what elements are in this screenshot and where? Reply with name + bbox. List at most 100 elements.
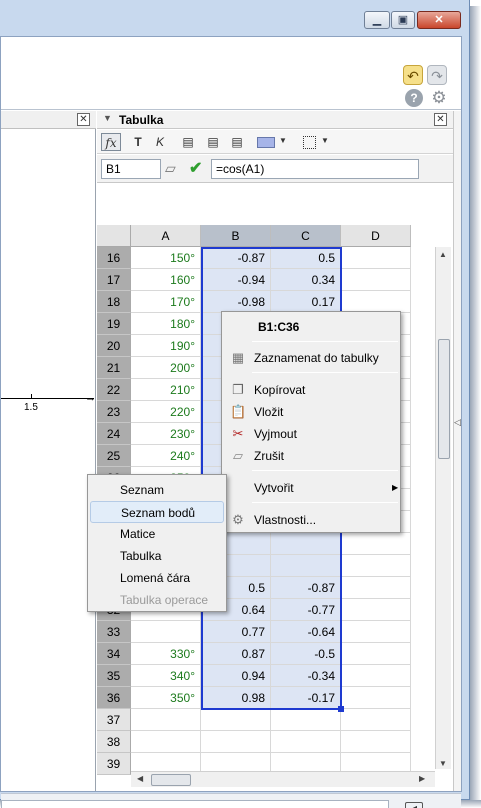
submenu-item-list[interactable]: Seznam (90, 479, 224, 501)
menu-item-copy[interactable]: ❐ Kopírovat (224, 379, 398, 401)
cell-c[interactable]: -0.87 (271, 577, 341, 599)
cell-d[interactable] (341, 555, 411, 577)
undo-icon[interactable]: ↶ (403, 65, 423, 85)
cell-a[interactable]: 180° (131, 313, 201, 335)
italic-button[interactable]: K (152, 133, 168, 151)
row-header[interactable]: 19 (97, 313, 131, 335)
cell-d[interactable] (341, 269, 411, 291)
cell-d[interactable] (341, 731, 411, 753)
menu-item-properties[interactable]: ⚙ Vlastnosti... (224, 509, 398, 531)
cell-a[interactable]: 170° (131, 291, 201, 313)
cell-c[interactable]: -0.64 (271, 621, 341, 643)
close-spreadsheet-icon[interactable]: ✕ (434, 113, 447, 126)
cell-a[interactable]: 150° (131, 247, 201, 269)
submenu-item-polyline[interactable]: Lomená čára (90, 567, 224, 589)
border-style-icon[interactable] (303, 136, 316, 149)
scroll-up-icon[interactable]: ▲ (439, 250, 447, 259)
row-header[interactable]: 16 (97, 247, 131, 269)
cell-a[interactable]: 230° (131, 423, 201, 445)
row-header[interactable]: 17 (97, 269, 131, 291)
cell-d[interactable] (341, 291, 411, 313)
align-left-icon[interactable]: ▤ (180, 133, 196, 151)
cell-c[interactable]: 0.17 (271, 291, 341, 313)
formula-input[interactable]: =cos(A1) (211, 159, 419, 179)
cell-c[interactable]: -0.34 (271, 665, 341, 687)
cell-a[interactable]: 350° (131, 687, 201, 709)
row-header[interactable]: 21 (97, 357, 131, 379)
cell-d[interactable] (341, 709, 411, 731)
cell-a[interactable]: 340° (131, 665, 201, 687)
row-header[interactable]: 34 (97, 643, 131, 665)
cell-c[interactable] (271, 533, 341, 555)
row-header[interactable]: 33 (97, 621, 131, 643)
menu-item-paste[interactable]: 📋 Vložit (224, 401, 398, 423)
gear-icon[interactable]: ⚙ (429, 88, 449, 108)
cell-b[interactable]: -0.87 (201, 247, 271, 269)
column-header-b[interactable]: B (201, 225, 271, 247)
cell-a[interactable]: 190° (131, 335, 201, 357)
scroll-left-icon[interactable]: ◀ (137, 774, 143, 783)
menu-item-create[interactable]: Vytvořit ▶ (224, 477, 398, 499)
checkmark-icon[interactable]: ✔ (189, 158, 202, 178)
menu-item-cut[interactable]: ✂ Vyjmout (224, 423, 398, 445)
chevron-down-icon[interactable]: ▼ (321, 136, 329, 145)
cell-b[interactable]: 0.87 (201, 643, 271, 665)
scroll-down-icon[interactable]: ▼ (439, 759, 447, 768)
cell-c[interactable]: 0.34 (271, 269, 341, 291)
cell-b[interactable]: 0.98 (201, 687, 271, 709)
cell-b[interactable] (201, 709, 271, 731)
cell-b[interactable]: -0.94 (201, 269, 271, 291)
cell-c[interactable]: -0.5 (271, 643, 341, 665)
help-icon[interactable]: ? (405, 89, 423, 107)
column-header-d[interactable]: D (341, 225, 411, 247)
cell-b[interactable]: 0.77 (201, 621, 271, 643)
row-header[interactable]: 39 (97, 753, 131, 775)
submenu-item-point-list[interactable]: Seznam bodů (90, 501, 224, 523)
align-right-icon[interactable]: ▤ (229, 133, 245, 151)
submenu-item-matrix[interactable]: Matice (90, 523, 224, 545)
chevron-down-icon[interactable]: ▼ (279, 136, 287, 145)
vertical-scroll-thumb[interactable] (438, 339, 450, 459)
row-header[interactable]: 25 (97, 445, 131, 467)
cell-d[interactable] (341, 687, 411, 709)
row-header[interactable]: 35 (97, 665, 131, 687)
cell-d[interactable] (341, 621, 411, 643)
cell-c[interactable] (271, 555, 341, 577)
cell-b[interactable] (201, 731, 271, 753)
row-header[interactable]: 20 (97, 335, 131, 357)
cell-a[interactable]: 330° (131, 643, 201, 665)
horizontal-scroll-thumb[interactable] (151, 774, 191, 786)
cell-name-field[interactable]: B1 (101, 159, 161, 179)
cell-c[interactable] (271, 709, 341, 731)
corner-cell[interactable] (97, 225, 131, 247)
menu-item-record-to-table[interactable]: ▦ Zaznamenat do tabulky (224, 347, 398, 369)
graphics-view[interactable]: ✕ → 1.5 (1, 111, 96, 791)
minimize-button[interactable]: ▁ (364, 11, 390, 29)
cell-d[interactable] (341, 577, 411, 599)
cell-d[interactable] (341, 643, 411, 665)
cell-c[interactable]: -0.77 (271, 599, 341, 621)
redo-icon[interactable]: ↷ (427, 65, 447, 85)
cell-a[interactable]: 160° (131, 269, 201, 291)
command-input[interactable] (1, 800, 389, 808)
column-header-a[interactable]: A (131, 225, 201, 247)
cell-b[interactable]: -0.98 (201, 291, 271, 313)
cell-a[interactable] (131, 731, 201, 753)
submenu-item-table[interactable]: Tabulka (90, 545, 224, 567)
background-color-icon[interactable] (257, 137, 275, 148)
collapse-left-icon[interactable]: ◁ (454, 417, 461, 428)
cell-c[interactable]: -0.17 (271, 687, 341, 709)
row-header[interactable]: 23 (97, 401, 131, 423)
vertical-scrollbar[interactable]: ▲ ▼ (435, 247, 451, 769)
row-header[interactable]: 37 (97, 709, 131, 731)
menu-item-delete[interactable]: ▱ Zrušit (224, 445, 398, 467)
row-header[interactable]: 18 (97, 291, 131, 313)
close-button[interactable]: ✕ (417, 11, 461, 29)
keyboard-toggle-icon[interactable]: ◀ (405, 802, 423, 808)
cell-a[interactable]: 200° (131, 357, 201, 379)
fx-button[interactable]: fx (101, 133, 121, 151)
collapse-triangle-icon[interactable]: ▼ (103, 113, 112, 123)
fill-handle[interactable] (338, 706, 344, 712)
bold-button[interactable]: T (130, 133, 146, 151)
scroll-right-icon[interactable]: ▶ (419, 774, 425, 783)
